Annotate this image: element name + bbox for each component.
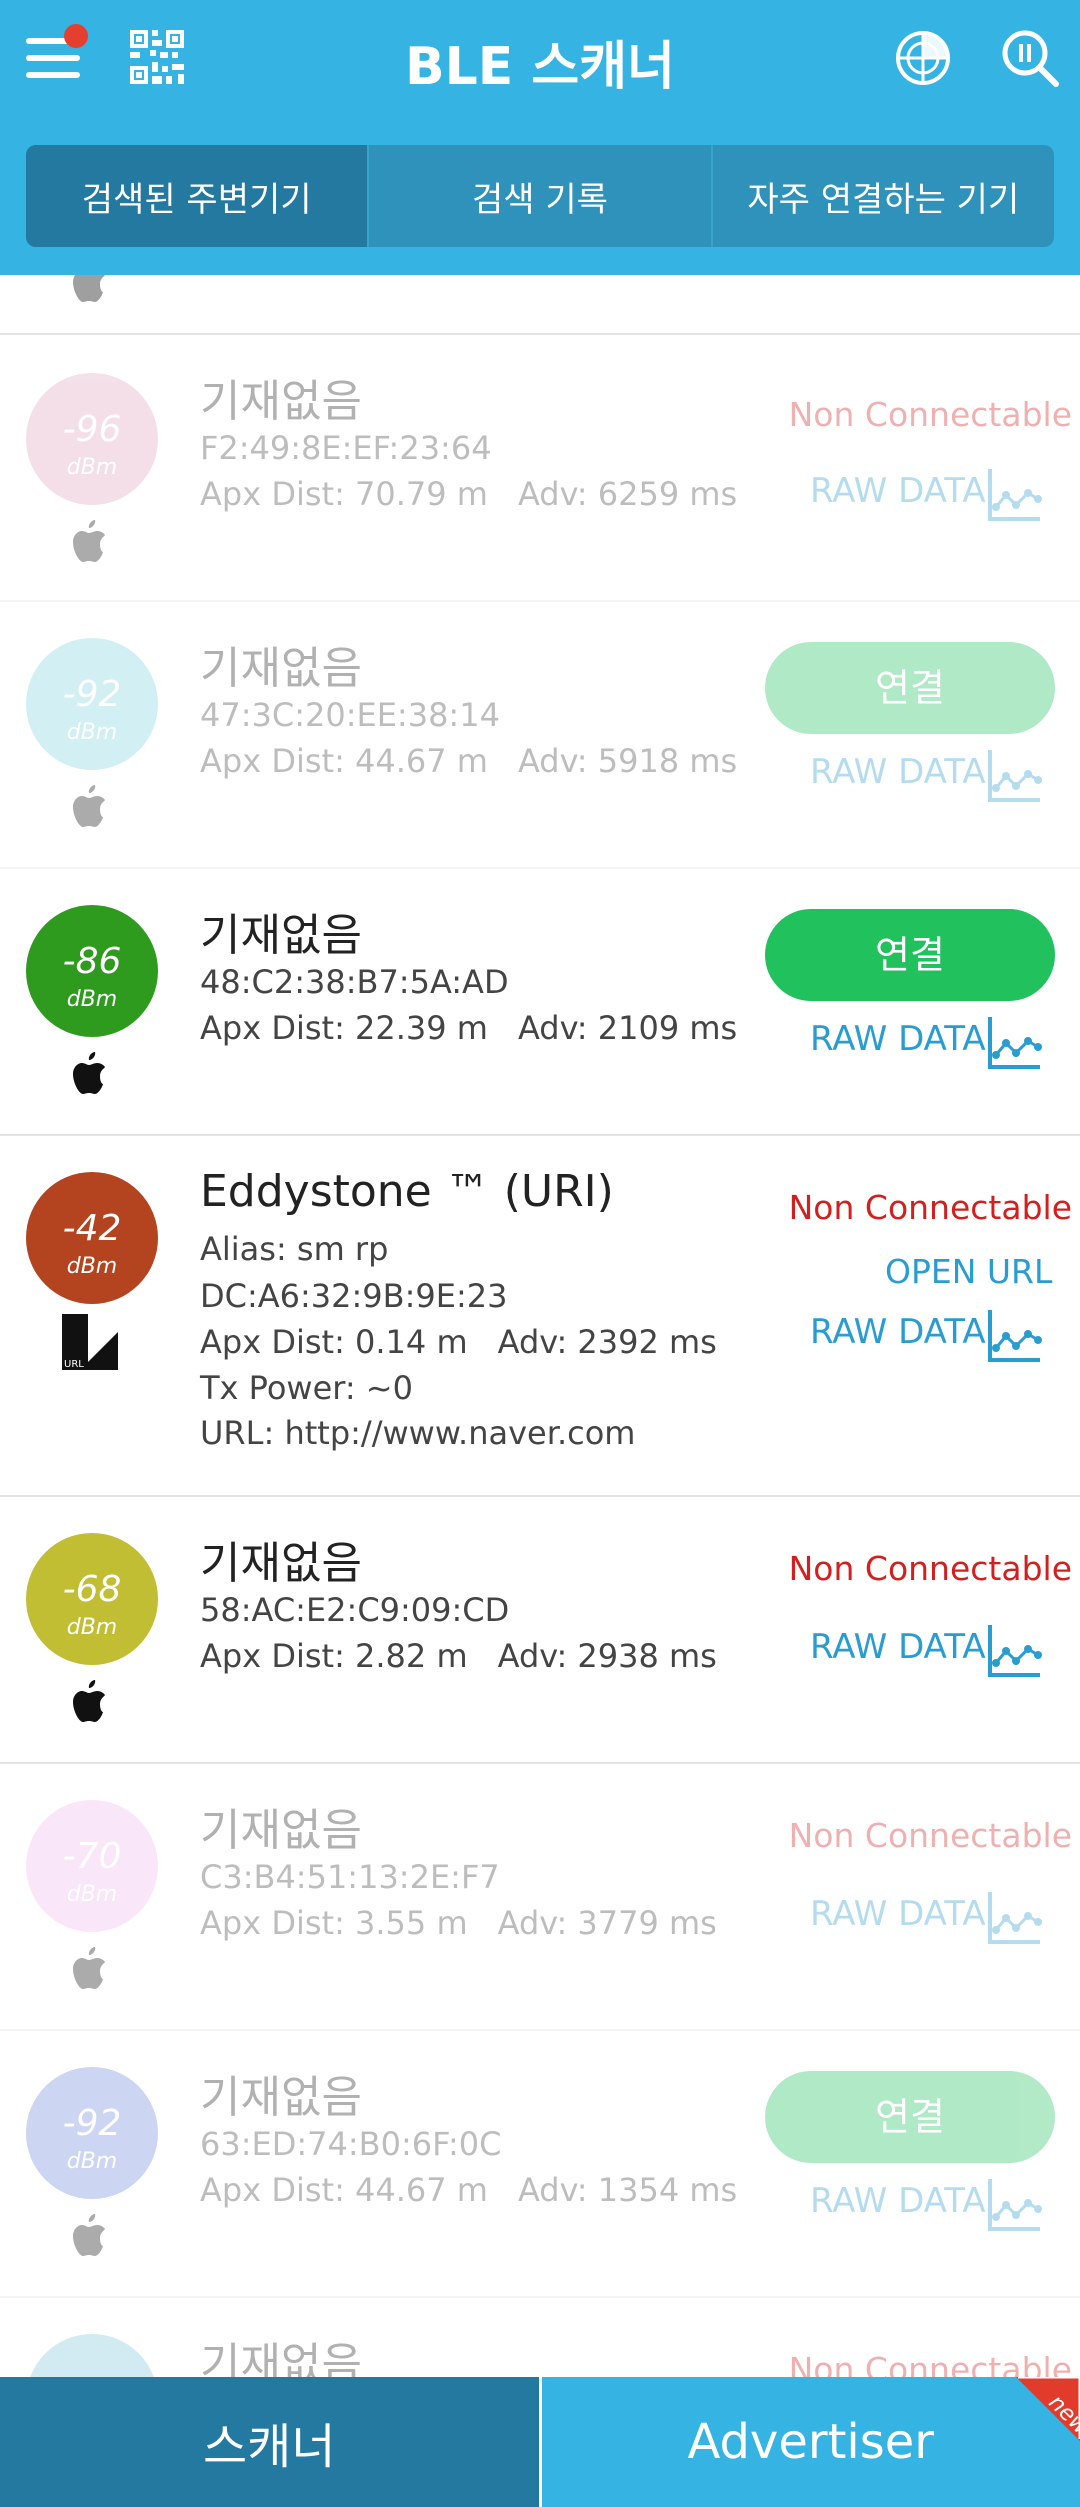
app-header: BLE 스캐너 검색된 주변기기 검색 기록 자주 연결하는 기기 bbox=[0, 0, 1080, 275]
device-stats: Apx Dist: 44.67 m Adv: 1354 ms bbox=[200, 2171, 738, 2209]
tab-discovered-devices[interactable]: 검색된 주변기기 bbox=[26, 145, 370, 247]
apple-icon bbox=[62, 1675, 118, 1731]
chart-icon[interactable] bbox=[984, 1306, 1044, 1366]
device-row[interactable]: -42 dBm URL Eddystone ™ (URI) Alias: sm r… bbox=[0, 1136, 1080, 1497]
tab-scan-history[interactable]: 검색 기록 bbox=[369, 145, 713, 247]
device-row[interactable]: 기재없음 Non Connectable bbox=[0, 2298, 1080, 2377]
device-name: 기재없음 bbox=[200, 910, 362, 961]
device-mac: C3:B4:51:13:2E:F7 bbox=[200, 1858, 500, 1896]
rssi-badge bbox=[26, 2334, 158, 2377]
device-name: 기재없음 bbox=[200, 2339, 362, 2377]
status-non-connectable: Non Connectable bbox=[788, 1816, 1072, 1855]
status-non-connectable: Non Connectable bbox=[788, 2350, 1072, 2377]
device-row[interactable] bbox=[0, 275, 1080, 335]
device-stats: Apx Dist: 70.79 m Adv: 6259 ms bbox=[200, 475, 738, 513]
apple-icon bbox=[62, 780, 118, 836]
status-non-connectable: Non Connectable bbox=[788, 1188, 1072, 1227]
device-mac: 47:3C:20:EE:38:14 bbox=[200, 696, 500, 734]
apple-icon bbox=[62, 2209, 118, 2265]
device-name: 기재없음 bbox=[200, 1538, 362, 1589]
device-mac: 63:ED:74:B0:6F:0C bbox=[200, 2125, 502, 2163]
raw-data-button[interactable]: RAW DATA bbox=[810, 1627, 986, 1667]
apple-icon bbox=[62, 275, 118, 311]
open-url-button[interactable]: OPEN URL bbox=[885, 1252, 1052, 1291]
device-name: 기재없음 bbox=[200, 643, 362, 694]
device-name: 기재없음 bbox=[200, 1805, 362, 1856]
status-non-connectable: Non Connectable bbox=[788, 395, 1072, 434]
rssi-badge: -96 dBm bbox=[26, 373, 158, 505]
device-alias: Alias: sm rp bbox=[200, 1230, 389, 1268]
device-mac: 58:AC:E2:C9:09:CD bbox=[200, 1591, 510, 1629]
raw-data-button[interactable]: RAW DATA bbox=[810, 752, 986, 792]
rssi-badge: -92 dBm bbox=[26, 638, 158, 770]
raw-data-button[interactable]: RAW DATA bbox=[810, 471, 986, 511]
device-tx-power: Tx Power: ~0 bbox=[200, 1369, 413, 1407]
connect-button[interactable]: 연결 bbox=[765, 2071, 1055, 2163]
raw-data-button[interactable]: RAW DATA bbox=[810, 1894, 986, 1934]
raw-data-button[interactable]: RAW DATA bbox=[810, 2181, 986, 2221]
apple-icon bbox=[62, 1942, 118, 1998]
eddystone-url-icon: URL bbox=[62, 1314, 118, 1370]
bottom-nav: 스캐너 Advertiser new bbox=[0, 2377, 1080, 2507]
status-non-connectable: Non Connectable bbox=[788, 1549, 1072, 1588]
chart-icon[interactable] bbox=[984, 1888, 1044, 1948]
device-mac: F2:49:8E:EF:23:64 bbox=[200, 429, 492, 467]
device-stats: Apx Dist: 3.55 m Adv: 3779 ms bbox=[200, 1904, 717, 1942]
device-stats: Apx Dist: 0.14 m Adv: 2392 ms bbox=[200, 1323, 717, 1361]
device-row[interactable]: -96 dBm 기재없음 F2:49:8E:EF:23:64 Apx Dist: … bbox=[0, 335, 1080, 602]
chart-icon[interactable] bbox=[984, 746, 1044, 806]
device-row[interactable]: -86 dBm 기재없음 48:C2:38:B7:5A:AD Apx Dist: … bbox=[0, 869, 1080, 1136]
search-pause-icon[interactable] bbox=[1000, 28, 1060, 88]
device-stats: Apx Dist: 44.67 m Adv: 5918 ms bbox=[200, 742, 738, 780]
device-stats: Apx Dist: 2.82 m Adv: 2938 ms bbox=[200, 1637, 717, 1675]
device-name: 기재없음 bbox=[200, 376, 362, 427]
device-row[interactable]: -70 dBm 기재없음 C3:B4:51:13:2E:F7 Apx Dist: … bbox=[0, 1764, 1080, 2031]
new-badge: new bbox=[1016, 2377, 1080, 2441]
device-name: 기재없음 bbox=[200, 2072, 362, 2123]
device-row[interactable]: -92 dBm 기재없음 63:ED:74:B0:6F:0C Apx Dist: … bbox=[0, 2031, 1080, 2298]
rssi-badge: -92 dBm bbox=[26, 2067, 158, 2199]
rssi-badge: -42 dBm bbox=[26, 1172, 158, 1304]
chart-icon[interactable] bbox=[984, 465, 1044, 525]
tab-bar: 검색된 주변기기 검색 기록 자주 연결하는 기기 bbox=[26, 145, 1054, 247]
device-mac: DC:A6:32:9B:9E:23 bbox=[200, 1277, 508, 1315]
device-url: URL: http://www.naver.com bbox=[200, 1414, 636, 1452]
radar-icon[interactable] bbox=[895, 30, 951, 86]
rssi-badge: -70 dBm bbox=[26, 1800, 158, 1932]
svg-text:URL: URL bbox=[64, 1359, 84, 1370]
tab-scanner[interactable]: 스캐너 bbox=[0, 2377, 542, 2507]
raw-data-button[interactable]: RAW DATA bbox=[810, 1019, 986, 1059]
apple-icon bbox=[62, 1047, 118, 1103]
chart-icon[interactable] bbox=[984, 1013, 1044, 1073]
connect-button[interactable]: 연결 bbox=[765, 909, 1055, 1001]
rssi-badge: -68 dBm bbox=[26, 1533, 158, 1665]
device-name: Eddystone ™ (URI) bbox=[200, 1166, 614, 1217]
connect-button[interactable]: 연결 bbox=[765, 642, 1055, 734]
chart-icon[interactable] bbox=[984, 2175, 1044, 2235]
chart-icon[interactable] bbox=[984, 1621, 1044, 1681]
apple-icon bbox=[62, 515, 118, 571]
tab-favorites[interactable]: 자주 연결하는 기기 bbox=[713, 145, 1054, 247]
device-stats: Apx Dist: 22.39 m Adv: 2109 ms bbox=[200, 1009, 738, 1047]
raw-data-button[interactable]: RAW DATA bbox=[810, 1312, 986, 1352]
rssi-badge: -86 dBm bbox=[26, 905, 158, 1037]
device-row[interactable]: -92 dBm 기재없음 47:3C:20:EE:38:14 Apx Dist: … bbox=[0, 602, 1080, 869]
device-mac: 48:C2:38:B7:5A:AD bbox=[200, 963, 509, 1001]
device-list[interactable]: -96 dBm 기재없음 F2:49:8E:EF:23:64 Apx Dist: … bbox=[0, 275, 1080, 2377]
device-row[interactable]: -68 dBm 기재없음 58:AC:E2:C9:09:CD Apx Dist: … bbox=[0, 1497, 1080, 1764]
